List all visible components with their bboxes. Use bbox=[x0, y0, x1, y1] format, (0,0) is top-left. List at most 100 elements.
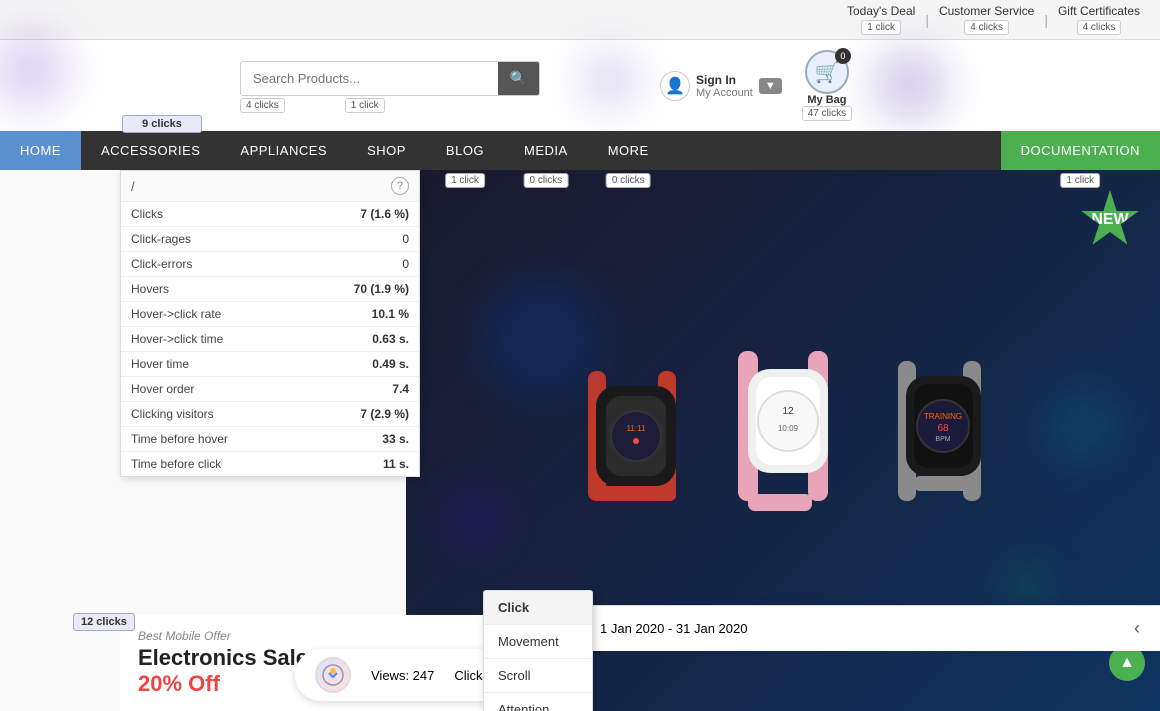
my-account-label: My Account bbox=[696, 87, 753, 99]
search-input-clicks: 4 clicks bbox=[240, 100, 285, 111]
svg-text:TRAINING: TRAINING bbox=[924, 412, 962, 421]
svg-text:11:11: 11:11 bbox=[627, 424, 646, 433]
heatmap-blob-hero-2 bbox=[1042, 386, 1122, 466]
gift-certificates[interactable]: Gift Certificates 4 clicks bbox=[1058, 4, 1140, 35]
heatmap-blob-hero-4 bbox=[1007, 563, 1047, 603]
popup-row-click-errors: Click-errors 0 bbox=[121, 252, 419, 277]
nav-badge-more: 0 clicks bbox=[606, 173, 651, 188]
divider-1: | bbox=[925, 12, 929, 28]
account-dropdown-btn[interactable]: ▼ bbox=[759, 78, 782, 94]
popup-label-click-errors: Click-errors bbox=[131, 257, 192, 271]
popup-label-clicking-visitors: Clicking visitors bbox=[131, 407, 214, 421]
account-icon: 👤 bbox=[660, 71, 690, 101]
nav-badge-blog: 1 click bbox=[445, 173, 485, 188]
popup-row-hover-click-rate: Hover->click rate 10.1 % bbox=[121, 302, 419, 327]
nav-item-accessories-wrap: ACCESSORIES 19 clicks bbox=[81, 131, 220, 170]
nav-item-appliances-wrap: APPLIANCES 15 clicks bbox=[220, 131, 347, 170]
nav-item-documentation[interactable]: DOCUMENTATION bbox=[1001, 131, 1160, 170]
nav-item-appliances[interactable]: APPLIANCES bbox=[220, 131, 347, 170]
popup-label-time-before-click: Time before click bbox=[131, 457, 221, 471]
todays-deal-label: Today's Deal bbox=[847, 4, 915, 18]
popup-value-click-errors: 0 bbox=[402, 257, 409, 271]
bag-clicks: 47 clicks bbox=[802, 106, 852, 121]
divider-2: | bbox=[1044, 12, 1048, 28]
search-area: 🔍 4 clicks 1 click bbox=[240, 61, 640, 111]
heatmap-blob-hero-3 bbox=[444, 489, 504, 549]
nav-item-more-wrap: MORE 0 clicks bbox=[588, 131, 669, 170]
popup-label-click-rages: Click-rages bbox=[131, 232, 191, 246]
nav-badge-media: 0 clicks bbox=[523, 173, 568, 188]
cart-icon: 🛒 bbox=[814, 60, 839, 85]
context-menu-movement[interactable]: Movement bbox=[484, 625, 592, 659]
bag-count: 0 bbox=[835, 48, 851, 64]
nav-item-media[interactable]: MEDIA bbox=[504, 131, 588, 170]
popup-value-time-before-hover: 33 s. bbox=[382, 432, 409, 446]
date-range-bar: 1 Jan 2020 - 31 Jan 2020 ‹ bbox=[580, 605, 1160, 651]
popup-label-hover-click-rate: Hover->click rate bbox=[131, 307, 221, 321]
top-bar: Today's Deal 1 click | Customer Service … bbox=[0, 0, 1160, 40]
nav-item-accessories[interactable]: ACCESSORIES bbox=[81, 131, 220, 170]
popup-row-clicking-visitors: Clicking visitors 7 (2.9 %) bbox=[121, 402, 419, 427]
popup-label-hovers: Hovers bbox=[131, 282, 169, 296]
popup-label-time-before-hover: Time before hover bbox=[131, 432, 228, 446]
info-bar-views: Views: 247 bbox=[371, 668, 434, 683]
search-box[interactable]: 🔍 bbox=[240, 61, 540, 96]
main-content: NEW 11:11 12 10:09 TRAINING bbox=[0, 170, 1160, 711]
nav-wrapper: 9 clicks HOME ACCESSORIES 19 clicks APPL… bbox=[0, 131, 1160, 170]
nav-item-shop[interactable]: SHOP bbox=[347, 131, 426, 170]
date-range-prev-button[interactable]: ‹ bbox=[1134, 618, 1140, 639]
todays-deal[interactable]: Today's Deal 1 click bbox=[847, 4, 915, 35]
svg-text:12: 12 bbox=[782, 406, 794, 417]
bag-label: My Bag bbox=[807, 94, 846, 106]
popup-row-hover-time: Hover time 0.49 s. bbox=[121, 352, 419, 377]
customer-service[interactable]: Customer Service 4 clicks bbox=[939, 4, 1034, 35]
badge-12-clicks: 12 clicks bbox=[73, 613, 135, 631]
bag-icon-wrap: 🛒 0 bbox=[805, 50, 849, 94]
nav-item-blog-wrap: BLOG 1 click bbox=[426, 131, 504, 170]
account-area[interactable]: 👤 Sign In My Account ▼ bbox=[660, 71, 782, 101]
popup-value-hover-click-rate: 10.1 % bbox=[372, 307, 409, 321]
new-badge: NEW bbox=[1080, 190, 1140, 250]
search-btn-clicks: 1 click bbox=[345, 100, 385, 111]
date-range-text: 1 Jan 2020 - 31 Jan 2020 bbox=[600, 621, 747, 636]
customer-service-label: Customer Service bbox=[939, 4, 1034, 18]
popup-value-hovers: 70 (1.9 %) bbox=[354, 282, 409, 296]
popup-value-clicks: 7 (1.6 %) bbox=[360, 207, 409, 221]
gift-certificates-clicks: 4 clicks bbox=[1077, 20, 1122, 35]
popup-row-clicks: Clicks 7 (1.6 %) bbox=[121, 202, 419, 227]
popup-row-click-rages: Click-rages 0 bbox=[121, 227, 419, 252]
popup-value-time-before-click: 11 s. bbox=[383, 457, 409, 471]
popup-value-hover-click-time: 0.63 s. bbox=[372, 332, 409, 346]
search-button[interactable]: 🔍 bbox=[498, 62, 539, 95]
popup-label-clicks: Clicks bbox=[131, 207, 163, 221]
context-menu: Click Movement Scroll Attention Map type… bbox=[483, 590, 593, 711]
context-menu-attention[interactable]: Attention bbox=[484, 693, 592, 711]
nav-item-shop-wrap: SHOP 2 clicks bbox=[347, 131, 426, 170]
search-input[interactable] bbox=[241, 62, 498, 95]
todays-deal-clicks: 1 click bbox=[861, 20, 901, 35]
nav-item-more[interactable]: MORE bbox=[588, 131, 669, 170]
popup-value-hover-order: 7.4 bbox=[392, 382, 409, 396]
popup-label-hover-time: Hover time bbox=[131, 357, 189, 371]
popup-help-button[interactable]: ? bbox=[391, 177, 409, 195]
popup-value-click-rages: 0 bbox=[402, 232, 409, 246]
popup-header: / ? bbox=[121, 171, 419, 202]
popup-row-time-before-hover: Time before hover 33 s. bbox=[121, 427, 419, 452]
customer-service-clicks: 4 clicks bbox=[964, 20, 1009, 35]
nav-bar: HOME ACCESSORIES 19 clicks APPLIANCES 15… bbox=[0, 131, 1160, 170]
popup-row-hovers: Hovers 70 (1.9 %) bbox=[121, 277, 419, 302]
context-menu-click[interactable]: Click bbox=[484, 591, 592, 625]
popup-label-hover-click-time: Hover->click time bbox=[131, 332, 223, 346]
sign-in-label: Sign In bbox=[696, 73, 753, 87]
popup-row-hover-order: Hover order 7.4 bbox=[121, 377, 419, 402]
nav-badge-documentation: 1 click bbox=[1060, 173, 1100, 188]
nav-item-blog[interactable]: BLOG bbox=[426, 131, 504, 170]
popup-row-time-before-click: Time before click 11 s. bbox=[121, 452, 419, 476]
popup-panel: / ? Clicks 7 (1.6 %) Click-rages 0 Click… bbox=[120, 170, 420, 477]
bag-area[interactable]: 🛒 0 My Bag 47 clicks bbox=[802, 50, 852, 121]
heatmap-blob-account bbox=[870, 45, 950, 125]
context-menu-scroll[interactable]: Scroll bbox=[484, 659, 592, 693]
nav-item-home[interactable]: HOME bbox=[0, 131, 81, 170]
header: 🔍 4 clicks 1 click 👤 Sign In My Account … bbox=[0, 40, 1160, 131]
svg-text:BPM: BPM bbox=[935, 436, 950, 443]
